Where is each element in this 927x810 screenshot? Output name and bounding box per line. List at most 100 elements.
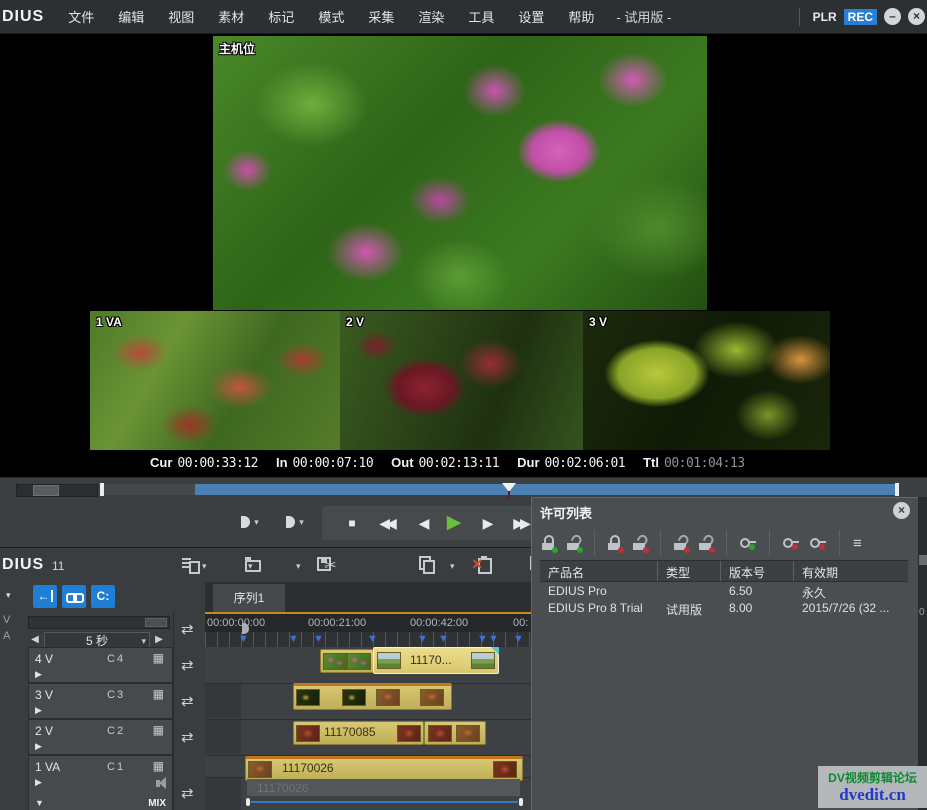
chevron-down-icon[interactable]: ▾ bbox=[202, 561, 207, 572]
audio-rubber-handle[interactable] bbox=[246, 798, 250, 806]
expand-track-icon[interactable]: ▶ bbox=[35, 705, 42, 716]
timeline-marker-icon[interactable]: ▼ bbox=[438, 632, 449, 646]
menu-tools[interactable]: 工具 bbox=[468, 7, 494, 26]
tab-sequence-1[interactable]: 序列1 bbox=[213, 584, 285, 612]
delete-icon[interactable]: × bbox=[472, 556, 483, 572]
unlock-offline-icon[interactable] bbox=[633, 535, 647, 552]
swap-sync-icon[interactable]: ⇄ bbox=[181, 656, 194, 674]
clip-3v[interactable] bbox=[293, 683, 452, 710]
expand-track-icon[interactable]: ▶ bbox=[35, 741, 42, 752]
rec-mode-button[interactable]: REC bbox=[844, 9, 877, 25]
list-view-icon[interactable]: ≡ bbox=[853, 535, 862, 552]
swap-sync-icon[interactable]: ⇄ bbox=[181, 728, 194, 746]
zoom-out-button[interactable]: ◀ bbox=[28, 632, 42, 648]
lock-offline-icon[interactable] bbox=[608, 535, 622, 552]
chevron-down-icon[interactable]: ▾ bbox=[248, 561, 253, 572]
previous-frame-button[interactable]: ◀ bbox=[408, 506, 440, 540]
scrollbar-handle[interactable] bbox=[145, 618, 167, 627]
license-row[interactable]: EDIUS Pro 6.50 永久 bbox=[540, 582, 908, 599]
menu-file[interactable]: 文件 bbox=[68, 7, 94, 26]
timeline-marker-icon[interactable]: ▼ bbox=[513, 632, 524, 646]
swap-sync-icon[interactable]: ⇄ bbox=[181, 784, 194, 802]
menu-clip[interactable]: 素材 bbox=[218, 7, 244, 26]
clip-2v-a[interactable]: 11170085 bbox=[293, 721, 424, 745]
chevron-down-icon[interactable]: ▾ bbox=[254, 517, 259, 528]
timeline-marker-icon[interactable]: ▼ bbox=[367, 632, 378, 646]
dialog-close-icon[interactable]: × bbox=[893, 502, 910, 519]
lock-online-icon[interactable] bbox=[542, 535, 556, 552]
set-in-point-button[interactable]: ▾ bbox=[233, 509, 267, 535]
column-version[interactable]: 版本号 bbox=[721, 561, 794, 581]
menu-settings[interactable]: 设置 bbox=[518, 7, 544, 26]
selection-handle-icon[interactable] bbox=[491, 647, 499, 655]
new-sequence-icon[interactable] bbox=[182, 556, 198, 572]
camera-1-monitor[interactable]: 1 VA bbox=[90, 311, 340, 450]
license-row[interactable]: EDIUS Pro 8 Trial 试用版 8.00 2015/7/26 (32… bbox=[540, 599, 908, 616]
menu-capture[interactable]: 采集 bbox=[368, 7, 394, 26]
chevron-down-icon[interactable]: ▾ bbox=[296, 561, 301, 572]
swap-sync-icon[interactable]: ⇄ bbox=[181, 620, 194, 638]
clip-1va-selected[interactable]: 11170026 bbox=[245, 756, 523, 781]
menu-view[interactable]: 视图 bbox=[168, 7, 194, 26]
master-monitor[interactable]: 主机位 bbox=[213, 36, 707, 310]
deactivate-offline-icon[interactable] bbox=[699, 535, 713, 552]
timeline-marker-icon[interactable]: ▼ bbox=[417, 632, 428, 646]
unlock-online-icon[interactable] bbox=[567, 535, 581, 552]
timeline-options-handle-icon[interactable]: ▾ bbox=[6, 590, 11, 601]
column-type[interactable]: 类型 bbox=[658, 561, 721, 581]
timeline-marker-icon[interactable]: ▼ bbox=[238, 632, 249, 646]
set-out-point-button[interactable]: ▾ bbox=[278, 509, 312, 535]
clip-1va-audio-region[interactable]: 11170026 bbox=[247, 779, 520, 796]
menu-mode[interactable]: 模式 bbox=[318, 7, 344, 26]
track-header-2v[interactable]: 2 V C2 ▦ ▶ bbox=[28, 719, 173, 755]
expand-track-icon[interactable]: ▶ bbox=[35, 777, 42, 788]
audio-rubber-band[interactable] bbox=[251, 801, 518, 803]
scrub-progress[interactable] bbox=[195, 484, 895, 495]
shuttle-handle[interactable] bbox=[33, 485, 59, 496]
key-transfer-icon[interactable] bbox=[783, 536, 799, 550]
menu-edit[interactable]: 编辑 bbox=[118, 7, 144, 26]
ripple-mode-button[interactable]: C: bbox=[91, 585, 115, 608]
column-validity[interactable]: 有效期 bbox=[794, 561, 908, 581]
key-remove-icon[interactable] bbox=[810, 536, 826, 550]
expand-track-icon[interactable]: ▶ bbox=[35, 669, 42, 680]
camera-3-monitor[interactable]: 3 V bbox=[583, 311, 830, 450]
close-icon[interactable]: × bbox=[908, 8, 925, 25]
track-header-3v[interactable]: 3 V C3 ▦ ▶ bbox=[28, 683, 173, 719]
key-repair-icon[interactable] bbox=[740, 536, 756, 550]
scrub-track[interactable] bbox=[104, 484, 195, 495]
track-header-1va[interactable]: 1 VA C1 ▦ ▶ ▼ MIX bbox=[28, 755, 173, 810]
audio-rubber-handle[interactable] bbox=[519, 798, 523, 806]
timeline-marker-icon[interactable]: ▼ bbox=[477, 632, 488, 646]
timeline-marker-icon[interactable]: ▼ bbox=[288, 632, 299, 646]
track-height-scrollbar[interactable] bbox=[28, 616, 170, 629]
play-button[interactable]: ▶ bbox=[438, 506, 470, 540]
zoom-in-button[interactable]: ▶ bbox=[152, 632, 166, 648]
menu-render[interactable]: 渲染 bbox=[418, 7, 444, 26]
clip-4v-selected[interactable]: 11170... bbox=[373, 647, 499, 674]
column-product[interactable]: 产品名 bbox=[540, 561, 658, 581]
shuttle-slider[interactable] bbox=[16, 484, 98, 497]
deactivate-icon[interactable] bbox=[674, 535, 688, 552]
chevron-down-icon[interactable]: ▾ bbox=[450, 561, 455, 572]
copy-icon[interactable] bbox=[419, 556, 435, 572]
rewind-button[interactable]: ◀◀ bbox=[370, 506, 402, 540]
cut-icon[interactable]: ✂ bbox=[324, 556, 337, 574]
plr-mode-button[interactable]: PLR bbox=[813, 10, 837, 24]
timeline-marker-icon[interactable]: ▼ bbox=[313, 632, 324, 646]
clip-4v-a[interactable] bbox=[320, 649, 374, 673]
collapse-track-icon[interactable]: ▼ bbox=[35, 798, 44, 808]
chevron-down-icon[interactable]: ▾ bbox=[299, 517, 304, 528]
next-frame-button[interactable]: ▶ bbox=[472, 506, 504, 540]
insert-overwrite-mode-button[interactable]: ← bbox=[33, 585, 57, 608]
timeline-marker-icon[interactable]: ▼ bbox=[488, 632, 499, 646]
camera-2-monitor[interactable]: 2 V bbox=[340, 311, 583, 450]
stop-button[interactable]: ■ bbox=[336, 506, 368, 540]
menu-help[interactable]: 帮助 bbox=[568, 7, 594, 26]
swap-sync-icon[interactable]: ⇄ bbox=[181, 692, 194, 710]
speaker-icon[interactable] bbox=[156, 780, 160, 787]
menu-marker[interactable]: 标记 bbox=[268, 7, 294, 26]
sync-link-mode-button[interactable] bbox=[62, 585, 86, 608]
minimize-icon[interactable]: – bbox=[884, 8, 901, 25]
track-header-4v[interactable]: 4 V C4 ▦ ▶ bbox=[28, 647, 173, 683]
